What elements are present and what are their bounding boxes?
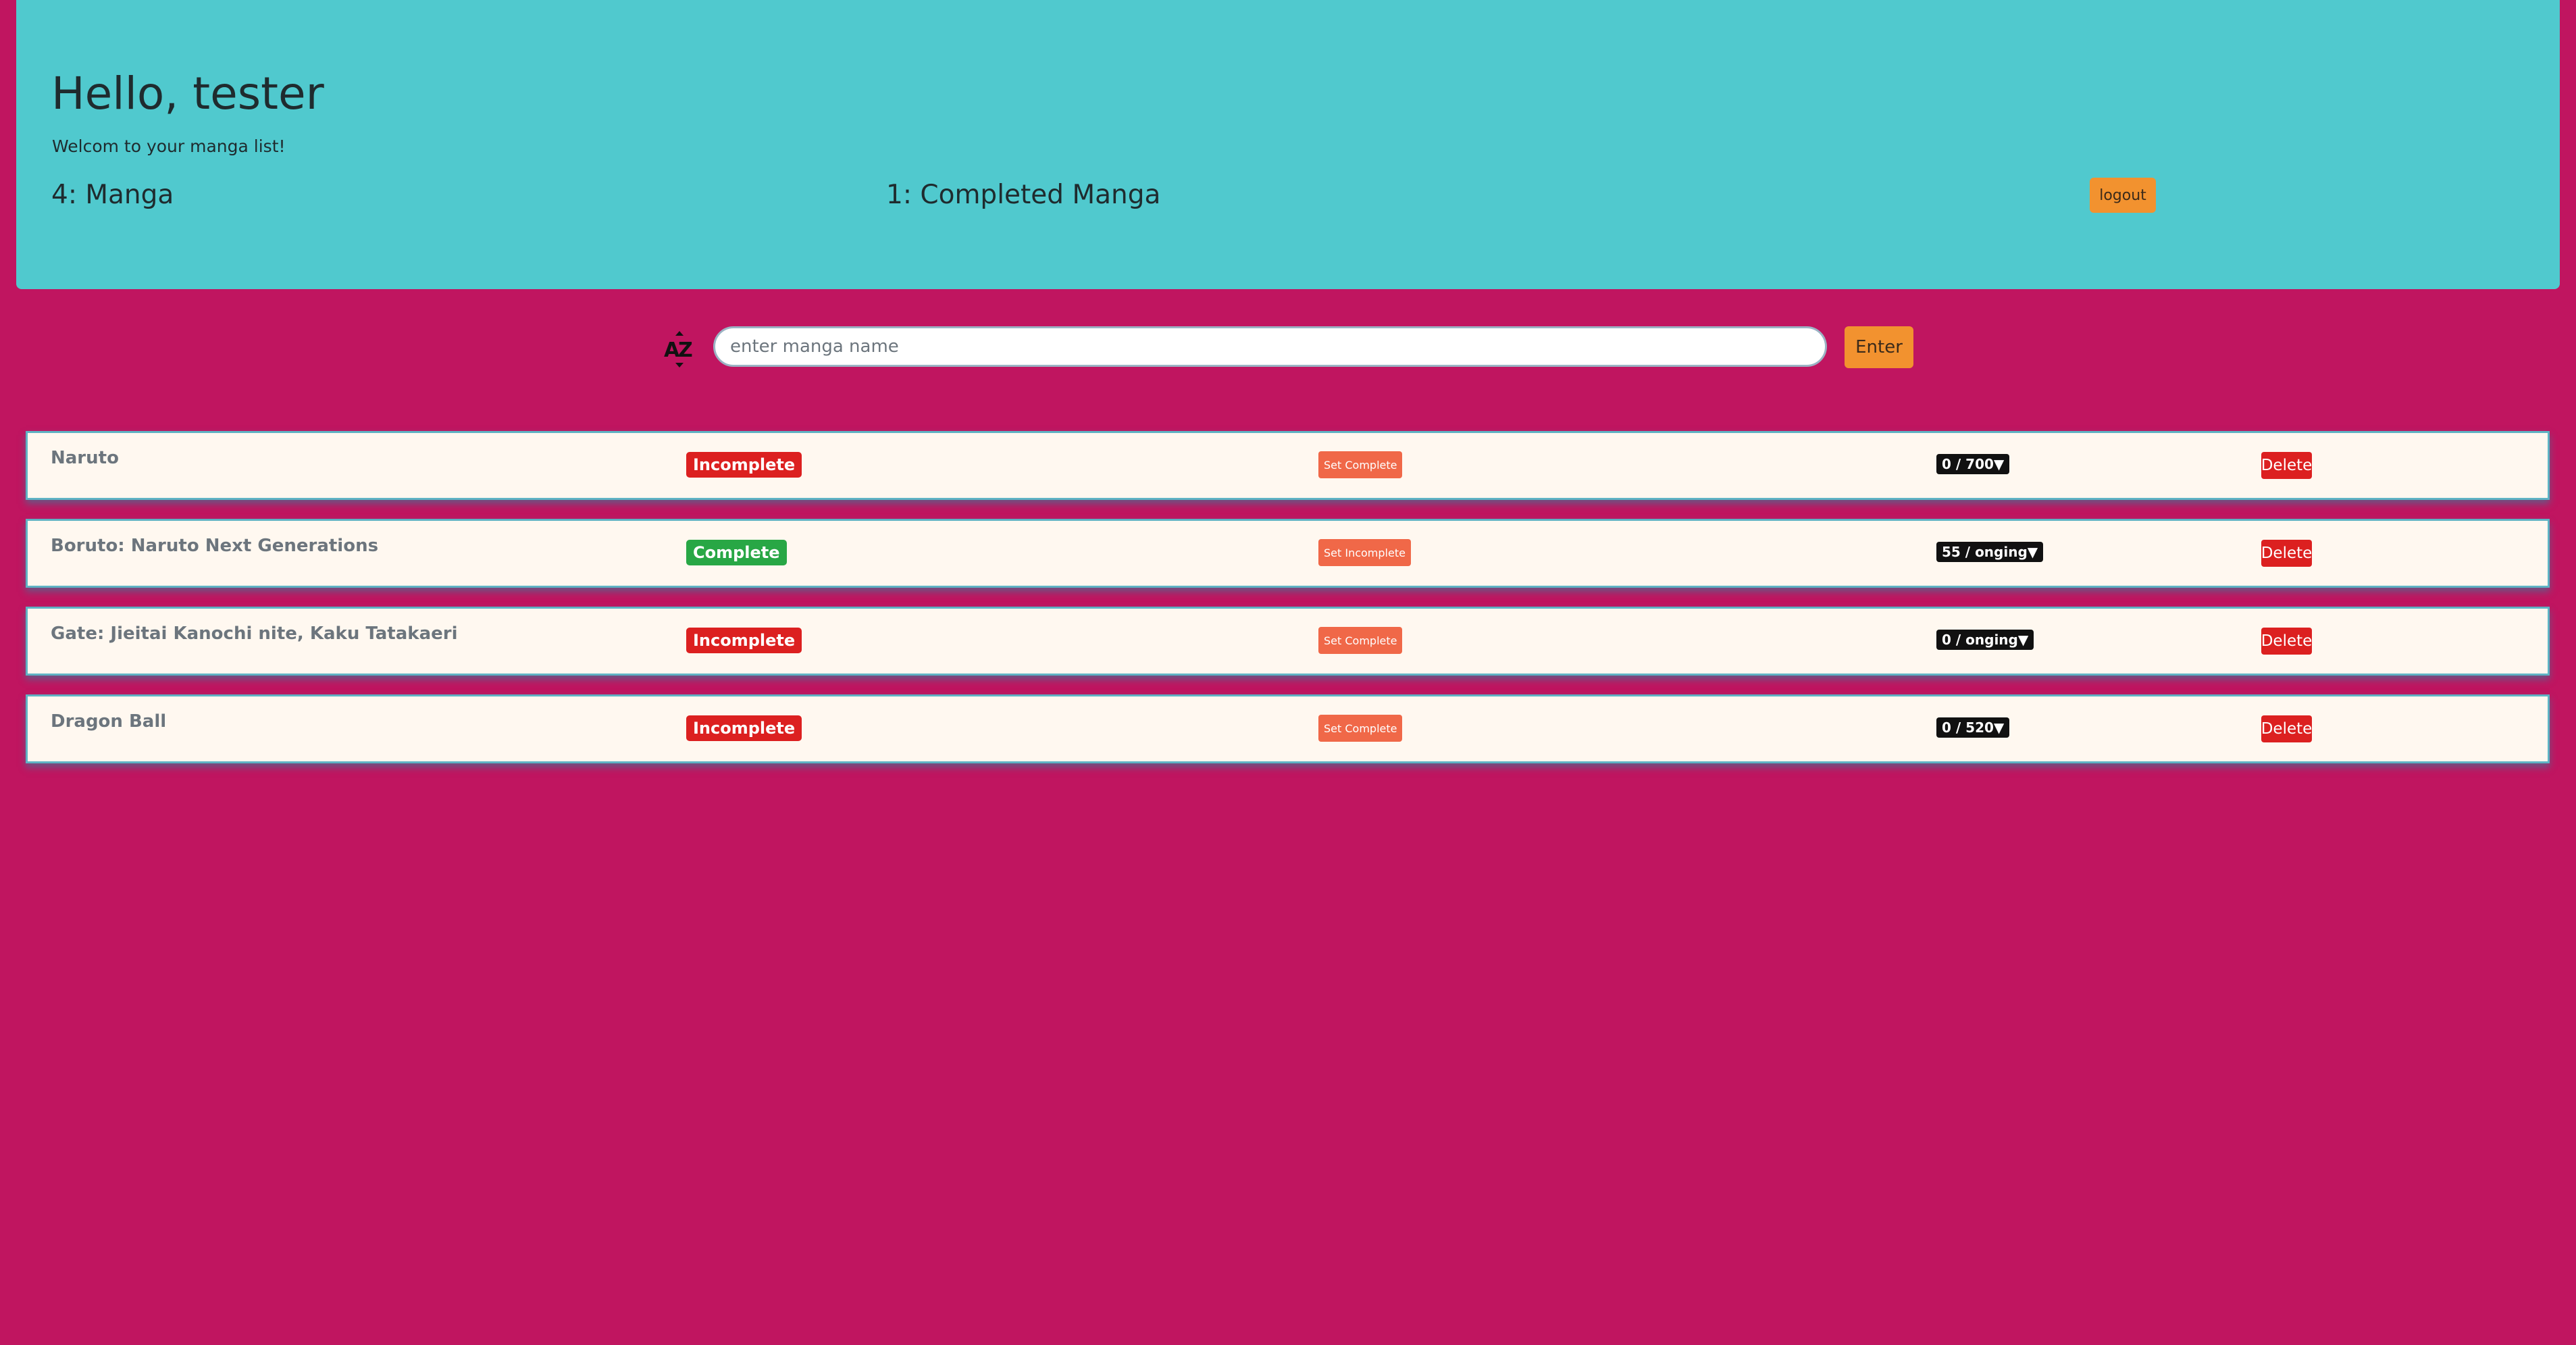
delete-button[interactable]: Delete [2261, 715, 2312, 742]
greeting-heading: Hello, tester [51, 68, 324, 120]
set-complete-button[interactable]: Set Complete [1318, 451, 1403, 478]
manga-row: Dragon Ball Incomplete Set Complete 0 / … [26, 694, 2550, 763]
manga-title: Naruto [51, 448, 119, 468]
status-badge: Incomplete [686, 715, 802, 741]
header-banner: Hello, tester Welcom to your manga list!… [16, 0, 2560, 289]
delete-button[interactable]: Delete [2261, 540, 2312, 567]
manga-count: 4: Manga [51, 180, 174, 210]
manga-list: Naruto Incomplete Set Complete 0 / 700▼ … [26, 431, 2550, 782]
set-incomplete-button[interactable]: Set Incomplete [1318, 539, 1411, 566]
status-badge: Incomplete [686, 628, 802, 653]
manga-row: Boruto: Naruto Next Generations Complete… [26, 519, 2550, 588]
manga-title: Gate: Jieitai Kanochi nite, Kaku Tatakae… [51, 624, 458, 644]
chapter-progress-dropdown[interactable]: 55 / onging▼ [1936, 542, 2044, 562]
sort-az-icon[interactable]: A Z [664, 330, 695, 370]
chapter-progress-dropdown[interactable]: 0 / onging▼ [1936, 630, 2034, 650]
manga-name-input[interactable] [713, 326, 1827, 367]
completed-manga-count: 1: Completed Manga [886, 180, 1161, 210]
chapter-progress-dropdown[interactable]: 0 / 700▼ [1936, 454, 2010, 474]
manga-row: Gate: Jieitai Kanochi nite, Kaku Tatakae… [26, 607, 2550, 676]
delete-button[interactable]: Delete [2261, 452, 2312, 479]
logout-button[interactable]: logout [2090, 178, 2156, 213]
set-complete-button[interactable]: Set Complete [1318, 715, 1403, 742]
svg-text:Z: Z [678, 338, 693, 362]
welcome-text: Welcom to your manga list! [52, 136, 286, 156]
manga-title: Dragon Ball [51, 711, 167, 732]
enter-button[interactable]: Enter [1845, 326, 1913, 368]
set-complete-button[interactable]: Set Complete [1318, 627, 1403, 654]
manga-title: Boruto: Naruto Next Generations [51, 536, 379, 556]
manga-row: Naruto Incomplete Set Complete 0 / 700▼ … [26, 431, 2550, 500]
status-badge: Complete [686, 540, 787, 565]
chapter-progress-dropdown[interactable]: 0 / 520▼ [1936, 717, 2010, 738]
status-badge: Incomplete [686, 452, 802, 478]
delete-button[interactable]: Delete [2261, 628, 2312, 655]
